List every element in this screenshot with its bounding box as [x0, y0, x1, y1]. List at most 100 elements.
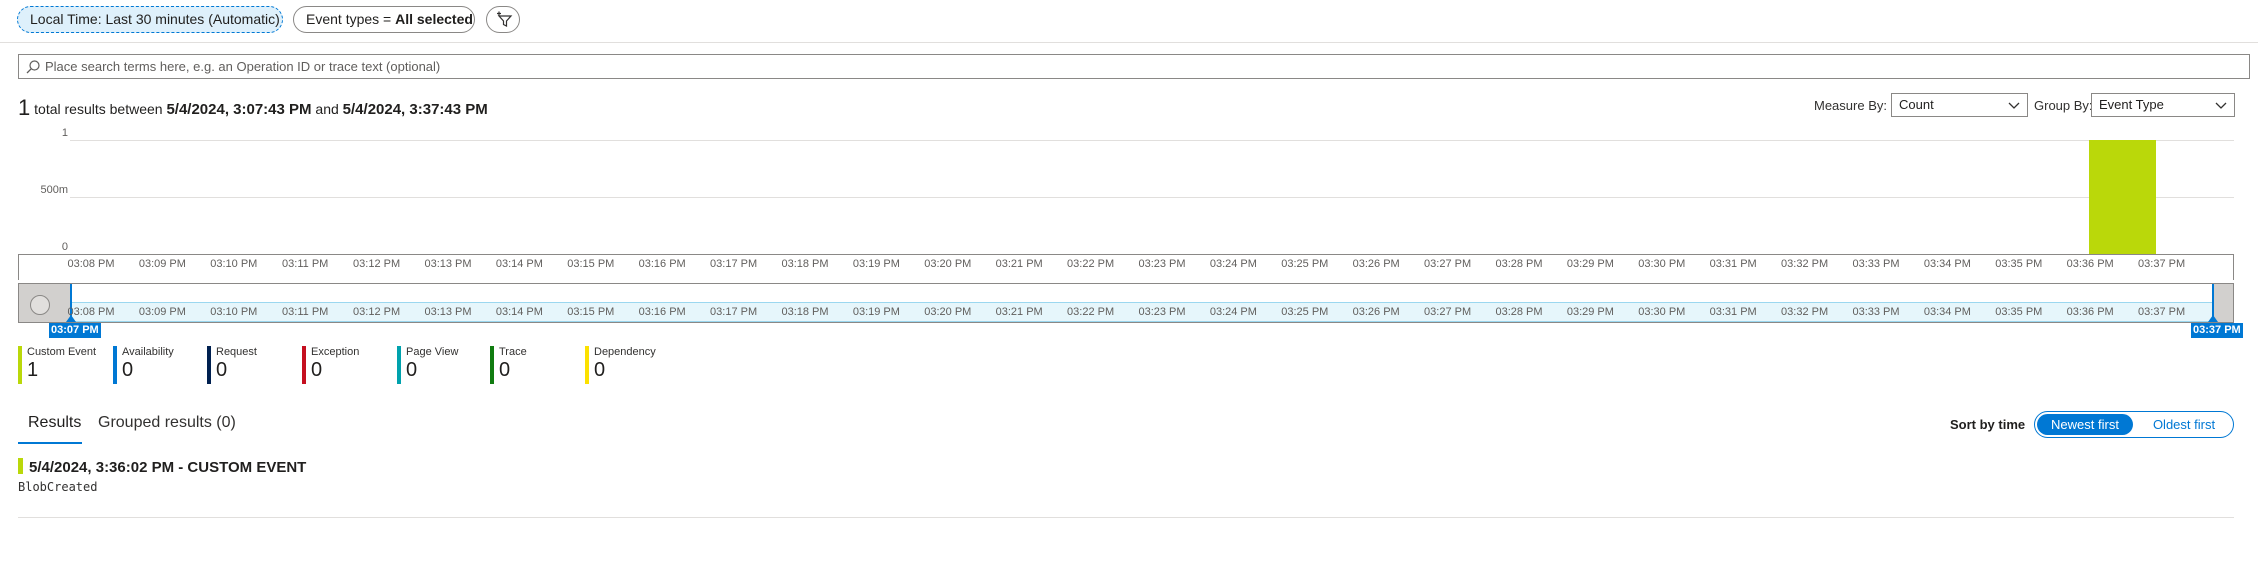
sort-by-time-label: Sort by time — [1950, 417, 2026, 432]
time-range-label: Local Time: Last 30 minutes (Automatic) — [30, 11, 280, 27]
legend-item-name: Exception — [311, 346, 360, 358]
brush-end-label: 03:37 PM — [2191, 323, 2243, 338]
brush-x-tick: 03:19 PM — [852, 306, 900, 318]
brush-x-tick: 03:34 PM — [1923, 306, 1971, 318]
brush-x-tick: 03:17 PM — [710, 306, 758, 318]
chart-x-tick: 03:17 PM — [710, 258, 758, 270]
chart-y-tick: 1 — [61, 127, 68, 139]
legend-item[interactable]: Custom Event 1 — [18, 346, 96, 384]
result-event-name: BlobCreated — [18, 480, 98, 494]
chart-x-tick: 03:23 PM — [1138, 258, 1186, 270]
tab-results[interactable]: Results — [28, 414, 81, 432]
brush-x-tick: 03:26 PM — [1352, 306, 1400, 318]
brush-x-tick: 03:33 PM — [1852, 306, 1900, 318]
legend-item-count: 0 — [216, 359, 228, 381]
legend-item-name: Availability — [122, 346, 174, 358]
add-filter-button[interactable] — [486, 6, 520, 33]
time-range-brush[interactable]: 03:08 PM 03:09 PM 03:10 PM 03:11 PM 03:12 PM… — [18, 283, 2234, 323]
brush-x-tick: 03:32 PM — [1781, 306, 1829, 318]
chart-x-tick: 03:26 PM — [1352, 258, 1400, 270]
brush-x-tick: 03:16 PM — [638, 306, 686, 318]
chart-x-tick: 03:22 PM — [1067, 258, 1115, 270]
brush-left-handle[interactable] — [19, 284, 71, 322]
legend-item-count: 0 — [499, 359, 511, 381]
legend-item-count: 0 — [594, 359, 606, 381]
legend-item-name: Dependency — [594, 346, 656, 358]
brush-x-tick: 03:25 PM — [1281, 306, 1329, 318]
chart-y-tick: 0 — [61, 241, 68, 253]
search-box[interactable] — [18, 54, 2250, 79]
brush-right-marker[interactable] — [2208, 315, 2218, 322]
chart-x-tick: 03:27 PM — [1424, 258, 1472, 270]
chart-bar[interactable] — [2089, 140, 2157, 254]
brush-x-tick: 03:29 PM — [1566, 306, 1614, 318]
chart-x-tick: 03:30 PM — [1638, 258, 1686, 270]
chart-x-tick: 03:21 PM — [995, 258, 1043, 270]
brush-x-tick: 03:35 PM — [1995, 306, 2043, 318]
legend-item-count: 1 — [27, 359, 39, 381]
brush-x-tick: 03:20 PM — [924, 306, 972, 318]
group-by-value: Event Type — [2099, 97, 2164, 112]
sort-newest-first[interactable]: Newest first — [2037, 414, 2133, 435]
reset-zoom-icon[interactable] — [30, 295, 50, 315]
event-count-chart: 1 500m 0 — [18, 127, 2234, 274]
time-range-pill[interactable]: Local Time: Last 30 minutes (Automatic) — [17, 6, 283, 33]
header-divider — [0, 42, 2258, 43]
chart-y-tick: 500m — [40, 184, 68, 196]
legend-item-count: 0 — [122, 359, 134, 381]
chart-x-tick: 03:34 PM — [1923, 258, 1971, 270]
legend-item-name: Trace — [499, 346, 527, 358]
brush-x-tick: 03:21 PM — [995, 306, 1043, 318]
legend-item-count: 0 — [311, 359, 323, 381]
chevron-down-icon — [2008, 102, 2020, 109]
legend-item[interactable]: Trace 0 — [490, 346, 527, 384]
search-icon — [26, 60, 40, 74]
chevron-down-icon — [2215, 102, 2227, 109]
chart-x-tick: 03:10 PM — [210, 258, 258, 270]
chart-x-tick: 03:31 PM — [1709, 258, 1757, 270]
results-summary: 1 total results between 5/4/2024, 3:07:4… — [18, 95, 488, 121]
brush-x-tick: 03:15 PM — [567, 306, 615, 318]
brush-x-tick: 03:23 PM — [1138, 306, 1186, 318]
summary-text-1: total results between — [30, 101, 167, 117]
chart-x-tick: 03:15 PM — [567, 258, 615, 270]
search-input[interactable] — [45, 56, 2235, 77]
brush-x-tick: 03:31 PM — [1709, 306, 1757, 318]
brush-x-tick: 03:24 PM — [1209, 306, 1257, 318]
group-by-dropdown[interactable]: Event Type — [2091, 93, 2235, 117]
chart-x-tick: 03:12 PM — [353, 258, 401, 270]
legend-item-name: Page View — [406, 346, 459, 358]
chart-x-tick: 03:29 PM — [1566, 258, 1614, 270]
legend-item[interactable]: Availability 0 — [113, 346, 174, 384]
tab-grouped-results[interactable]: Grouped results (0) — [98, 414, 236, 432]
legend-item[interactable]: Page View 0 — [397, 346, 458, 384]
legend-item-name: Request — [216, 346, 257, 358]
tab-active-indicator — [18, 442, 82, 444]
brush-x-tick: 03:30 PM — [1638, 306, 1686, 318]
summary-start-time: 5/4/2024, 3:07:43 PM — [166, 101, 312, 118]
brush-x-tick: 03:09 PM — [138, 306, 186, 318]
chart-x-tick: 03:20 PM — [924, 258, 972, 270]
chart-x-tick: 03:32 PM — [1781, 258, 1829, 270]
legend-item[interactable]: Dependency 0 — [585, 346, 656, 384]
sort-oldest-first[interactable]: Oldest first — [2135, 412, 2233, 437]
chart-x-tick: 03:11 PM — [282, 258, 329, 270]
summary-text-2: and — [311, 101, 343, 117]
legend-item[interactable]: Exception 0 — [302, 346, 359, 384]
chart-gridline — [70, 197, 2234, 198]
legend-item-count: 0 — [406, 359, 418, 381]
legend-item[interactable]: Request 0 — [207, 346, 257, 384]
brush-start-label: 03:07 PM — [49, 323, 101, 338]
measure-by-dropdown[interactable]: Count — [1891, 93, 2028, 117]
result-count: 1 — [18, 95, 31, 120]
measure-by-value: Count — [1899, 97, 1934, 112]
chart-x-tick: 03:28 PM — [1495, 258, 1543, 270]
chart-x-tick: 03:35 PM — [1995, 258, 2043, 270]
brush-x-tick: 03:08 PM — [67, 306, 115, 318]
summary-end-time: 5/4/2024, 3:37:43 PM — [342, 101, 488, 118]
legend-item-name: Custom Event — [27, 346, 97, 358]
measure-by-label: Measure By: — [1814, 98, 1887, 113]
result-title[interactable]: 5/4/2024, 3:36:02 PM - CUSTOM EVENT — [29, 459, 306, 476]
sort-toggle[interactable]: Newest first Oldest first — [2034, 411, 2234, 438]
event-types-pill[interactable]: Event types = All selected — [293, 6, 475, 33]
